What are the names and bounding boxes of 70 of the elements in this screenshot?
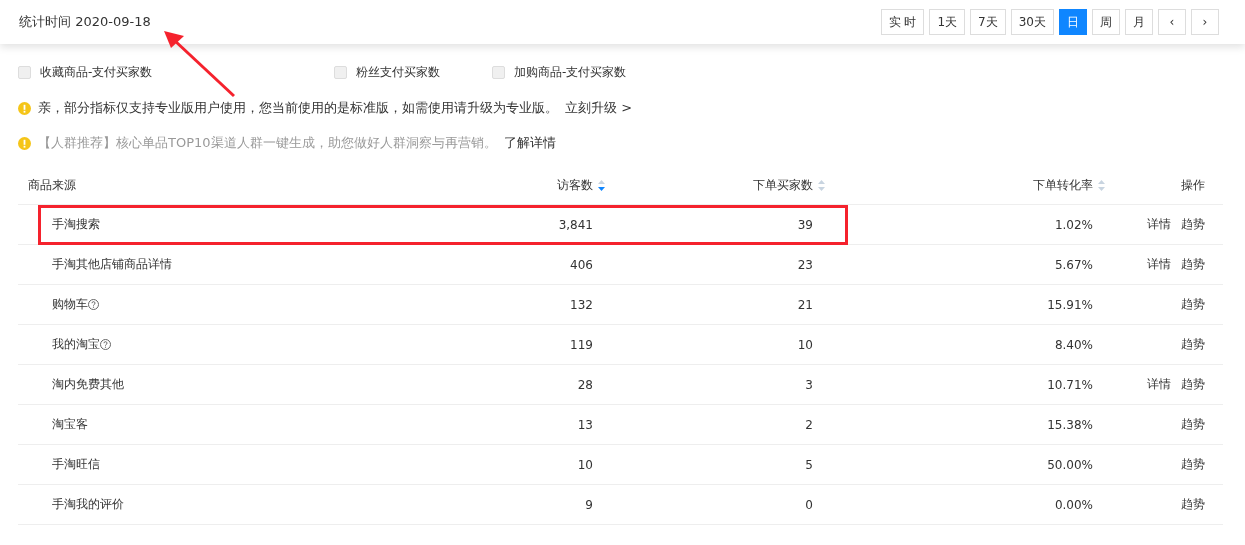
action-link[interactable]: 趋势: [1181, 376, 1205, 393]
rate-cell-text: 50.00%: [1046, 457, 1094, 472]
buyers-cell-text: 39: [796, 217, 814, 232]
action-link[interactable]: 趋势: [1181, 496, 1205, 513]
column-header[interactable]: 下单买家数: [611, 176, 831, 194]
action-link[interactable]: 趋势: [1181, 336, 1205, 353]
column-header[interactable]: 下单转化率: [831, 176, 1111, 194]
visitors-cell-text: 9: [584, 497, 594, 512]
notice-link[interactable]: 立刻升级 >: [565, 100, 633, 116]
buyers-cell-text: 10: [796, 337, 814, 352]
rate-cell-text: 15.38%: [1046, 417, 1094, 432]
buyers-cell-text: 2: [804, 417, 814, 432]
visitors-cell-text: 132: [569, 297, 594, 312]
range-button[interactable]: 30天: [1010, 9, 1054, 35]
notice-text: 亲，部分指标仅支持专业版用户使用，您当前使用的是标准版，如需使用请升级为专业版。: [38, 100, 558, 116]
buyers-cell-text: 3: [804, 377, 814, 392]
next-button[interactable]: ›: [1191, 9, 1219, 35]
action-link[interactable]: 趋势: [1181, 296, 1205, 313]
source-cell-text: 淘宝客: [51, 416, 89, 433]
warning-icon: [18, 136, 31, 150]
buyers-cell-text: 23: [796, 257, 814, 272]
source-cell-text: 手淘其他店铺商品详情: [51, 256, 173, 273]
rate-cell-text: 0.00%: [1053, 497, 1094, 512]
range-button[interactable]: 实 时: [880, 9, 925, 35]
source-cell-text: 手淘旺信: [51, 456, 101, 473]
warning-icon: [18, 101, 31, 115]
help-icon[interactable]: [88, 299, 99, 310]
visitors-cell-text: 406: [569, 257, 594, 272]
visitors-cell-text: 119: [569, 337, 594, 352]
rate-cell-text: 15.91%: [1046, 297, 1094, 312]
source-cell-text: 淘内免费其他: [51, 376, 125, 393]
visitors-cell-text: 3,841: [557, 217, 594, 232]
notice-link[interactable]: 了解详情: [503, 135, 556, 151]
buyers-cell-text: 21: [796, 297, 814, 312]
metric-checkbox[interactable]: 加购商品-支付买家数: [492, 64, 627, 81]
statistics-time: 统计时间 2020-09-18: [19, 13, 151, 31]
column-header: 操作: [1180, 176, 1206, 194]
action-link[interactable]: 详情: [1147, 256, 1171, 273]
range-button[interactable]: 7天: [970, 9, 1006, 35]
action-link[interactable]: 趋势: [1181, 456, 1205, 473]
buyers-cell-text: 0: [804, 497, 814, 512]
action-link[interactable]: 趋势: [1181, 256, 1205, 273]
rate-cell-text: 1.02%: [1053, 217, 1094, 232]
range-button[interactable]: 月: [1125, 9, 1153, 35]
range-button[interactable]: 日: [1059, 9, 1087, 35]
action-link[interactable]: 详情: [1147, 376, 1171, 393]
rate-cell-text: 10.71%: [1046, 377, 1094, 392]
rate-cell-text: 8.40%: [1053, 337, 1094, 352]
metric-checkbox[interactable]: 收藏商品-支付买家数: [18, 64, 153, 81]
column-header[interactable]: 访客数: [481, 176, 611, 194]
action-link[interactable]: 趋势: [1181, 216, 1205, 233]
rate-cell-text: 5.67%: [1053, 257, 1094, 272]
action-link[interactable]: 趋势: [1181, 416, 1205, 433]
metric-checkbox[interactable]: 粉丝支付买家数: [334, 64, 440, 81]
visitors-cell-text: 13: [576, 417, 594, 432]
source-cell: 购物车: [18, 296, 481, 313]
visitors-cell-text: 28: [576, 377, 594, 392]
visitors-cell-text: 10: [576, 457, 594, 472]
notice-text: 【人群推荐】核心单品TOP10渠道人群一键生成，助您做好人群洞察与再营销。: [38, 135, 497, 151]
column-header: 商品来源: [27, 176, 77, 194]
action-link[interactable]: 详情: [1147, 216, 1171, 233]
range-button[interactable]: 1天: [929, 9, 966, 35]
source-cell: 我的淘宝: [18, 336, 481, 353]
source-cell-text: 手淘我的评价: [51, 496, 125, 513]
buyers-cell-text: 5: [804, 457, 814, 472]
source-cell-text: 手淘搜索: [51, 216, 101, 233]
range-button[interactable]: 周: [1092, 9, 1120, 35]
previous-button[interactable]: ‹: [1158, 9, 1186, 35]
sort-icon[interactable]: [598, 179, 605, 191]
help-icon[interactable]: [100, 339, 111, 350]
